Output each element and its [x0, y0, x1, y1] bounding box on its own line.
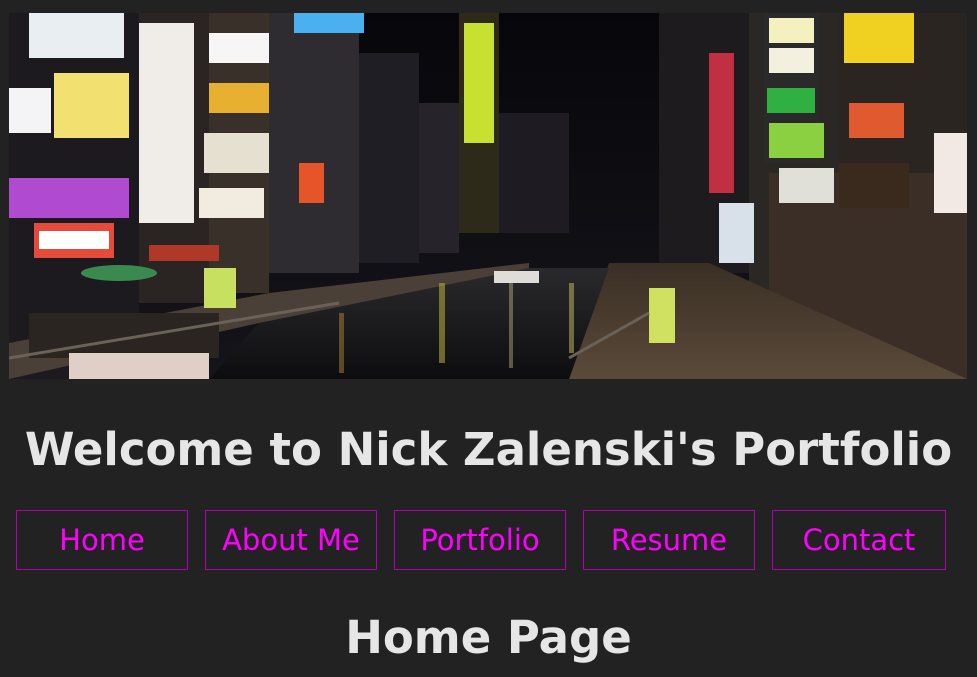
- city-canal-night-photo: [9, 13, 967, 379]
- page: Welcome to Nick Zalenski's Portfolio Hom…: [0, 0, 977, 677]
- site-title: Welcome to Nick Zalenski's Portfolio: [24, 423, 953, 476]
- nav-resume-button[interactable]: Resume: [583, 510, 755, 570]
- nav-about-me-button[interactable]: About Me: [205, 510, 377, 570]
- nav-contact-button[interactable]: Contact: [772, 510, 946, 570]
- page-heading: Home Page: [345, 611, 632, 664]
- nav-home-button[interactable]: Home: [16, 510, 188, 570]
- main-nav: Home About Me Portfolio Resume Contact: [16, 510, 946, 572]
- hero-image: [9, 13, 967, 379]
- nav-portfolio-button[interactable]: Portfolio: [394, 510, 566, 570]
